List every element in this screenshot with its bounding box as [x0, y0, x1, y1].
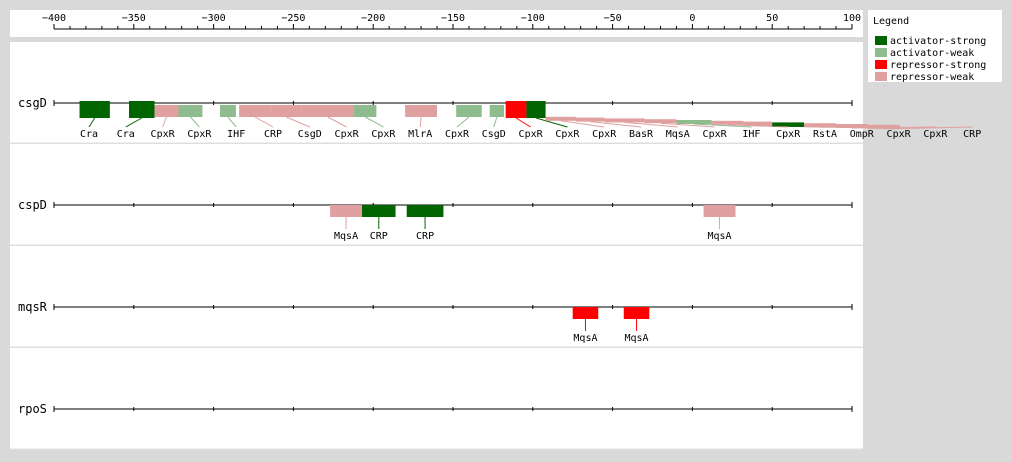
- binding-site: [407, 205, 444, 217]
- site-label: CpxR: [371, 129, 396, 140]
- binding-site: [405, 105, 437, 117]
- gene-label: csgD: [18, 96, 47, 110]
- track-csgD: csgD Cra Cra CpxR CpxR IHF CRP CsgD CpxR CpxR MlrA…: [10, 42, 981, 143]
- binding-site: [354, 105, 376, 117]
- site-label: CsgD: [482, 129, 506, 140]
- site-label: CpxR: [151, 129, 176, 140]
- axis-tick-label: 50: [766, 13, 778, 24]
- binding-site: [712, 121, 744, 125]
- binding-site: [506, 101, 527, 118]
- binding-site: [645, 119, 677, 123]
- site-label: Cra: [80, 129, 98, 140]
- binding-site: [271, 105, 301, 117]
- site-label: CpxR: [445, 129, 470, 140]
- axis-tick-label: −150: [441, 13, 465, 24]
- track-panel: [10, 348, 863, 449]
- regulation-diagram: −400 −350 −300 −250 −200 −150 −100 −50 0 50 100 cs…: [0, 0, 1012, 458]
- binding-site: [573, 307, 599, 319]
- gene-label: cspD: [18, 198, 47, 212]
- track-panel: [10, 42, 863, 143]
- track-rpoS: rpoS: [10, 348, 863, 449]
- binding-site: [490, 105, 504, 117]
- binding-site: [772, 122, 804, 126]
- axis-tick-label: −250: [281, 13, 305, 24]
- binding-site: [546, 117, 576, 121]
- site-label: MqsA: [624, 333, 648, 344]
- legend-entry: activator-weak: [890, 48, 974, 59]
- site-label: CpxR: [592, 129, 617, 140]
- site-label: CpxR: [335, 129, 360, 140]
- site-label: OmpR: [850, 129, 875, 140]
- legend-swatch: [875, 60, 887, 69]
- binding-site: [155, 105, 179, 117]
- track-panel: [10, 246, 863, 347]
- binding-site: [605, 118, 645, 122]
- binding-site: [676, 120, 711, 124]
- track-panels: csgD Cra Cra CpxR CpxR IHF CRP CsgD CpxR CpxR MlrA…: [10, 42, 981, 449]
- site-label: CpxR: [703, 129, 728, 140]
- binding-site: [330, 205, 362, 217]
- site-label: CRP: [963, 129, 981, 140]
- binding-site: [129, 101, 155, 118]
- legend-swatch: [875, 72, 887, 81]
- site-label: MqsA: [666, 129, 690, 140]
- binding-site: [743, 122, 772, 126]
- site-label: CpxR: [555, 129, 580, 140]
- legend: Legend activator-strongactivator-weakrep…: [868, 10, 1002, 83]
- binding-site: [239, 105, 271, 117]
- binding-site: [178, 105, 202, 117]
- site-label: CpxR: [187, 129, 212, 140]
- binding-site: [456, 105, 482, 117]
- binding-site: [80, 101, 110, 118]
- legend-swatch: [875, 48, 887, 57]
- site-label: Cra: [117, 129, 135, 140]
- site-label: RstA: [813, 129, 837, 140]
- axis-tick-label: −100: [521, 13, 545, 24]
- site-label: CpxR: [519, 129, 544, 140]
- site-label: IHF: [742, 129, 760, 140]
- binding-site: [220, 105, 236, 117]
- axis-tick-label: −400: [42, 13, 66, 24]
- site-label: MqsA: [334, 231, 358, 242]
- site-label: CpxR: [887, 129, 912, 140]
- legend-swatch: [875, 36, 887, 45]
- binding-site: [804, 123, 836, 127]
- binding-site: [576, 118, 605, 122]
- binding-site: [704, 205, 736, 217]
- axis-tick-label: −50: [604, 13, 622, 24]
- legend-entry: repressor-strong: [890, 60, 986, 71]
- binding-site: [624, 307, 650, 319]
- track-cspD: cspD MqsA CRP CRP MqsA: [10, 144, 863, 245]
- axis-tick-label: −300: [202, 13, 226, 24]
- gene-label: mqsR: [18, 300, 48, 314]
- legend-title: Legend: [873, 16, 909, 27]
- site-label: CRP: [370, 231, 388, 242]
- site-label: CpxR: [923, 129, 948, 140]
- track-panel: [10, 144, 863, 245]
- axis-tick-label: −200: [361, 13, 385, 24]
- gene-label: rpoS: [18, 402, 47, 416]
- site-label: MqsA: [573, 333, 597, 344]
- site-label: MlrA: [408, 129, 432, 140]
- axis-tick-label: −350: [122, 13, 146, 24]
- site-label: MqsA: [707, 231, 731, 242]
- binding-site: [362, 205, 396, 217]
- site-label: IHF: [227, 129, 245, 140]
- axis-tick-label: 100: [843, 13, 861, 24]
- binding-site: [301, 105, 354, 117]
- binding-site: [526, 101, 545, 118]
- site-label: CRP: [264, 129, 282, 140]
- binding-site-plot: −400 −350 −300 −250 −200 −150 −100 −50 0 50 100 cs…: [0, 0, 1012, 458]
- track-mqsR: mqsR MqsA MqsA: [10, 246, 863, 347]
- site-label: BasR: [629, 129, 654, 140]
- site-label: CRP: [416, 231, 434, 242]
- site-label: CsgD: [298, 129, 322, 140]
- legend-entry: repressor-weak: [890, 72, 974, 83]
- legend-entry: activator-strong: [890, 36, 986, 47]
- axis-tick-label: 0: [689, 13, 695, 24]
- site-label: CpxR: [776, 129, 801, 140]
